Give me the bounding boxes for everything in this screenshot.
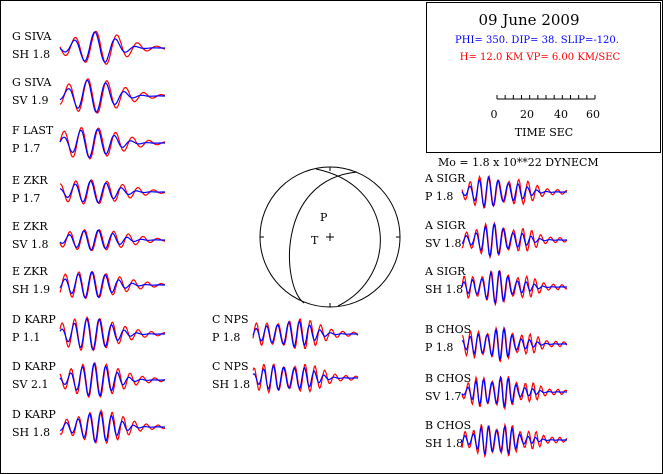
station-label: D KARP: [12, 408, 56, 421]
trace-b-chos-sv: B CHOS SV 1.7: [425, 372, 568, 411]
trace-b-chos-p: B CHOS P 1.8: [425, 323, 568, 363]
component-amplitude-label: SH 1.8: [425, 437, 463, 450]
component-amplitude-label: SV 1.8: [12, 238, 48, 251]
waveform-inversion-figure: 09 June 2009 PHI= 350. DIP= 38. SLIP=-12…: [0, 0, 663, 474]
waveform-plot: 09 June 2009 PHI= 350. DIP= 38. SLIP=-12…: [0, 0, 663, 474]
trace-b-chos-sh: B CHOS SH 1.8: [425, 419, 568, 459]
header-box: 09 June 2009 PHI= 350. DIP= 38. SLIP=-12…: [426, 2, 661, 153]
observed-waveform: [461, 270, 567, 306]
observed-waveform: [252, 364, 358, 392]
trace-d-karp-sh: D KARP SH 1.8: [12, 408, 166, 445]
component-amplitude-label: SV 1.7: [425, 390, 461, 403]
component-amplitude-label: SV 1.9: [12, 94, 48, 107]
trace-f-last-p: F LAST P 1.7: [12, 124, 166, 160]
trace-d-karp-p: D KARP P 1.1: [12, 313, 166, 352]
trace-g-siva-sh: G SIVA SH 1.8: [12, 30, 166, 66]
component-amplitude-label: P 1.8: [425, 341, 453, 354]
trace-g-siva-sv: G SIVA SV 1.9: [12, 76, 166, 114]
trace-d-karp-sv: D KARP SV 2.1: [12, 360, 166, 399]
observed-waveform: [59, 180, 165, 204]
station-label: E ZKR: [12, 265, 48, 278]
trace-a-sigr-sh: A SIGR SH 1.8: [424, 265, 568, 307]
seismic-moment: Mo = 1.8 x 10**22 DYNECM: [438, 156, 599, 169]
component-amplitude-label: P 1.8: [425, 190, 453, 203]
station-label: F LAST: [12, 124, 54, 137]
observed-waveform: [461, 222, 567, 258]
scale-label: TIME SEC: [515, 126, 573, 139]
station-label: D KARP: [12, 313, 56, 326]
mechanism-params: PHI= 350. DIP= 38. SLIP=-120.: [455, 35, 619, 46]
component-amplitude-label: P 1.7: [12, 192, 40, 205]
trace-e-zkr-p: E ZKR P 1.7: [12, 174, 166, 205]
trace-e-zkr-sv: E ZKR SV 1.8: [12, 220, 166, 252]
station-label: G SIVA: [12, 76, 52, 89]
depth-velocity-params: H= 12.0 KM VP= 6.00 KM/SEC: [460, 52, 621, 63]
station-label: B CHOS: [425, 419, 471, 432]
station-label: B CHOS: [425, 372, 471, 385]
scale-ticks: [496, 95, 596, 99]
component-amplitude-label: P 1.8: [212, 331, 240, 344]
station-label: A SIGR: [424, 172, 466, 185]
observed-waveform: [59, 229, 165, 251]
trace-c-nps-p: C NPS P 1.8: [212, 313, 359, 350]
station-label: E ZKR: [12, 220, 48, 233]
component-amplitude-label: SH 1.8: [212, 378, 250, 391]
station-label: B CHOS: [425, 323, 471, 336]
observed-waveform: [59, 128, 165, 159]
scale-tick-label-20: 20: [520, 108, 534, 121]
p-axis-symbol: P: [320, 211, 328, 224]
component-amplitude-label: SH 1.8: [12, 426, 50, 439]
station-label: C NPS: [212, 313, 248, 326]
scale-tick-label-0: 0: [491, 108, 498, 121]
trace-a-sigr-p: A SIGR P 1.8: [424, 172, 568, 209]
nodal-plane-1: [315, 168, 381, 307]
station-label: C NPS: [212, 360, 248, 373]
station-label: G SIVA: [12, 30, 52, 43]
waveform-traces: G SIVASH 1.8G SIVASV 1.9F LASTP 1.7E ZKR…: [12, 30, 568, 459]
component-amplitude-label: SV 2.1: [12, 378, 48, 391]
station-label: A SIGR: [424, 219, 466, 232]
component-amplitude-label: SH 1.8: [12, 48, 50, 61]
observed-waveform: [252, 320, 358, 349]
time-scale-bar: 0 20 40 60 TIME SEC: [491, 95, 600, 139]
component-amplitude-label: P 1.1: [12, 331, 40, 344]
component-amplitude-label: P 1.7: [12, 142, 40, 155]
t-axis-symbol: T: [311, 234, 319, 247]
trace-c-nps-sh: C NPS SH 1.8: [212, 360, 359, 395]
scale-tick-label-60: 60: [586, 108, 600, 121]
station-label: E ZKR: [12, 174, 48, 187]
trace-a-sigr-sv: A SIGR SV 1.8: [424, 219, 568, 260]
trace-e-zkr-sh: E ZKR SH 1.9: [12, 265, 166, 300]
component-amplitude-label: SH 1.9: [12, 283, 50, 296]
observed-waveform: [461, 375, 567, 409]
nodal-plane-2: [289, 171, 358, 304]
scale-tick-label-40: 40: [554, 108, 568, 121]
focal-mechanism: P T: [259, 166, 401, 308]
event-date: 09 June 2009: [478, 11, 579, 29]
station-label: D KARP: [12, 360, 56, 373]
component-amplitude-label: SV 1.8: [425, 237, 461, 250]
component-amplitude-label: SH 1.8: [425, 283, 463, 296]
station-label: A SIGR: [424, 265, 466, 278]
